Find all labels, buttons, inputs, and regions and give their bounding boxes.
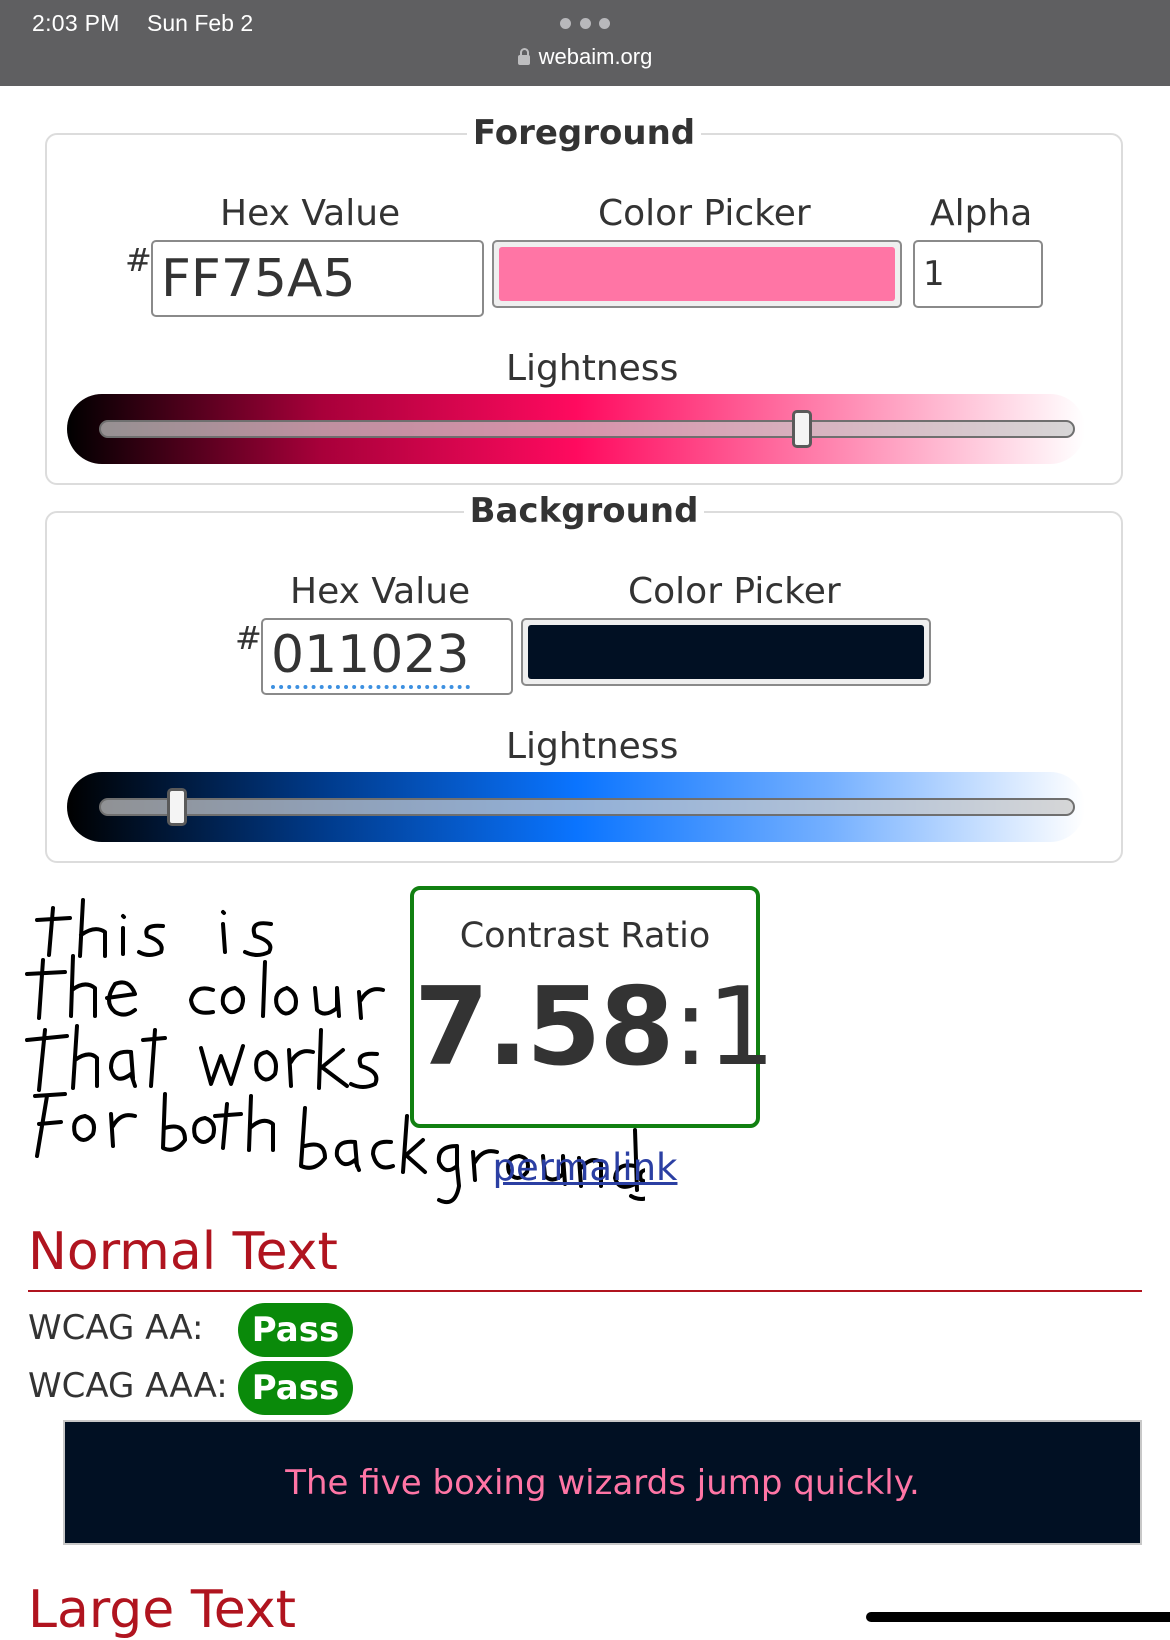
normal-text-sample: The five boxing wizards jump quickly. — [63, 1420, 1142, 1545]
alpha-value: 1 — [923, 254, 945, 294]
contrast-ratio-label: Contrast Ratio — [459, 916, 711, 956]
wcag-aaa-pass-badge: Pass — [238, 1361, 353, 1415]
background-lightness-thumb[interactable] — [167, 788, 188, 826]
ratio-suffix: :1 — [672, 965, 775, 1090]
status-time: 2:03 PM — [32, 10, 120, 36]
address-bar[interactable]: webaim.org — [0, 44, 1170, 70]
alpha-label: Alpha — [930, 193, 1033, 234]
background-legend: Background — [463, 491, 705, 531]
foreground-fieldset: Foreground Hex Value # FF75A5 Color Pick… — [45, 113, 1123, 485]
sample-text: The five boxing wizards jump quickly. — [285, 1462, 920, 1503]
more-dots-icon[interactable] — [560, 17, 610, 29]
status-date: Sun Feb 2 — [147, 10, 254, 36]
normal-text-heading: Normal Text — [28, 1222, 338, 1282]
foreground-lightness-thumb[interactable] — [791, 410, 812, 448]
background-hex-value: 011023 — [271, 625, 470, 689]
large-text-heading: Large Text — [28, 1580, 296, 1640]
foreground-picker-label: Color Picker — [598, 193, 811, 234]
wcag-aa-pass-badge: Pass — [238, 1303, 353, 1357]
url-text: webaim.org — [538, 44, 653, 69]
foreground-swatch — [499, 247, 895, 301]
background-color-picker[interactable] — [521, 618, 931, 686]
permalink-link[interactable]: permalink — [430, 1146, 740, 1189]
ratio-number: 7.58 — [414, 965, 674, 1090]
foreground-hash: # — [125, 241, 152, 279]
foreground-hex-label: Hex Value — [220, 193, 401, 234]
contrast-ratio-value: 7.58:1 — [414, 974, 776, 1082]
alpha-input[interactable]: 1 — [913, 240, 1043, 308]
wcag-aaa-label: WCAG AAA: — [28, 1366, 228, 1406]
background-hash: # — [235, 619, 262, 657]
status-bar: 2:03 PM Sun Feb 2 webaim.org — [0, 0, 1170, 86]
wcag-aa-label: WCAG AA: — [28, 1308, 204, 1348]
foreground-lightness-slider[interactable] — [99, 420, 1075, 438]
foreground-legend: Foreground — [466, 113, 702, 153]
contrast-ratio-box: Contrast Ratio 7.58:1 — [410, 886, 776, 1128]
foreground-color-picker[interactable] — [492, 240, 902, 308]
background-lightness-slider[interactable] — [99, 798, 1075, 816]
foreground-lightness-label: Lightness — [506, 348, 679, 389]
background-lightness-label: Lightness — [506, 726, 679, 767]
lock-icon — [517, 48, 530, 65]
foreground-hex-value: FF75A5 — [161, 248, 356, 309]
background-fieldset: Background Hex Value # 011023 Color Pick… — [45, 491, 1123, 863]
home-indicator[interactable] — [866, 1612, 1170, 1622]
foreground-hex-input[interactable]: FF75A5 — [151, 240, 484, 317]
background-hex-input[interactable]: 011023 — [261, 618, 513, 695]
background-swatch — [528, 625, 924, 679]
background-hex-label: Hex Value — [290, 571, 471, 612]
background-picker-label: Color Picker — [628, 571, 841, 612]
normal-text-divider — [28, 1290, 1142, 1292]
